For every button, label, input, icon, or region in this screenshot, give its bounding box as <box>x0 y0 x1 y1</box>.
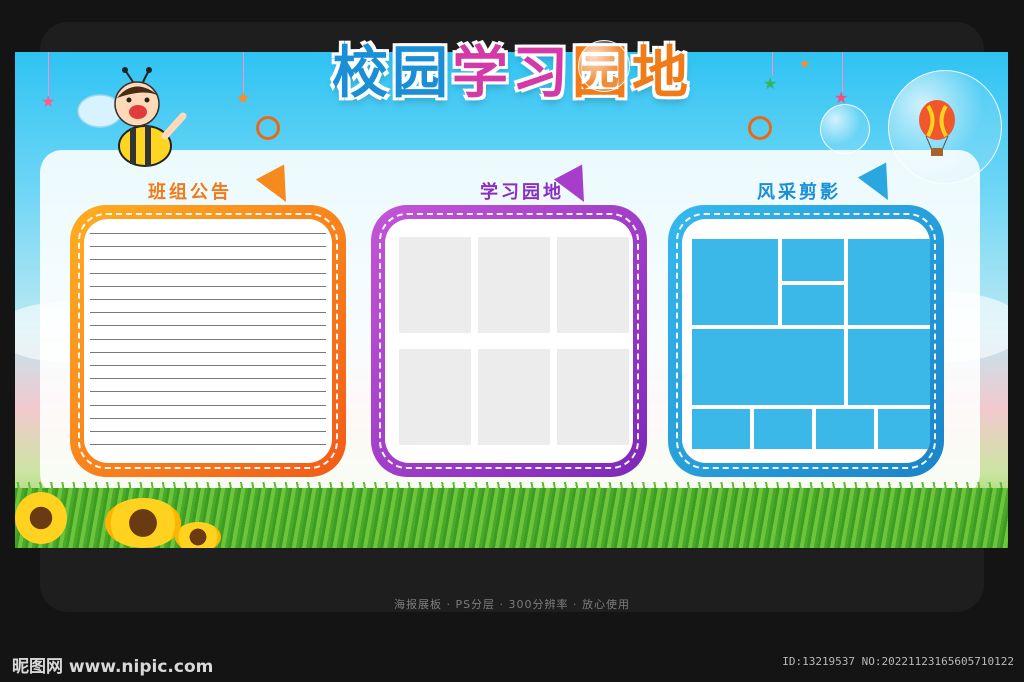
ruled-line <box>90 299 326 300</box>
photo-placeholder <box>848 239 930 325</box>
photo-placeholder <box>557 237 629 333</box>
sunflower-icon <box>175 522 221 548</box>
gallery-mosaic-area <box>682 219 930 463</box>
ruled-line <box>90 312 326 314</box>
ruled-line <box>90 272 326 274</box>
panel-1-title: 班组公告 <box>148 182 232 203</box>
ruled-line <box>90 233 326 234</box>
title-part-2: 学习 <box>452 41 572 106</box>
ruled-line <box>90 417 326 419</box>
photo-placeholder <box>754 409 812 449</box>
photo-placeholder <box>782 239 844 281</box>
site-logo[interactable]: 昵图网 www.nipic.com <box>12 652 213 677</box>
photo-placeholder <box>399 237 471 333</box>
panel-2-title: 学习园地 <box>480 182 564 203</box>
gallery-panel <box>668 205 944 477</box>
ruled-line <box>90 285 326 287</box>
notice-panel <box>70 205 346 477</box>
bubble-icon <box>820 104 870 154</box>
photo-placeholder <box>478 237 550 333</box>
panel-3-title: 风采剪影 <box>757 182 841 203</box>
ruled-line <box>90 259 326 261</box>
footer-caption: 海报展板 · PS分层 · 300分辨率 · 放心使用 <box>393 598 631 611</box>
photo-placeholder <box>399 349 471 445</box>
study-panel <box>371 205 647 477</box>
ruled-line <box>90 378 326 380</box>
sunflower-icon <box>105 498 181 548</box>
ruled-line <box>90 391 326 393</box>
photo-placeholder <box>692 409 750 449</box>
ruled-line <box>90 325 326 327</box>
photo-placeholder <box>557 349 629 445</box>
sunflower-icon <box>15 492 67 544</box>
photo-placeholder <box>692 239 778 325</box>
swirl-icon <box>256 116 280 140</box>
title-part-1: 校园 <box>332 41 452 106</box>
bubble-icon <box>578 40 630 92</box>
photo-placeholder <box>878 409 930 449</box>
ruled-line <box>90 444 326 446</box>
ruled-line <box>90 351 326 353</box>
photo-placeholder <box>816 409 874 449</box>
photo-placeholder <box>782 285 844 325</box>
image-id-text: ID:13219537 NO:20221123165605710122 <box>782 655 1014 668</box>
ruled-line <box>90 404 326 406</box>
ruled-line <box>90 431 326 432</box>
notice-lines-area <box>84 219 332 463</box>
photo-placeholder <box>692 329 844 405</box>
ruled-line <box>90 365 326 366</box>
ruled-line <box>90 338 326 340</box>
study-grid-area <box>385 219 633 463</box>
photo-placeholder <box>848 329 930 405</box>
swirl-icon <box>748 116 772 140</box>
poster-title: 校园学习园地 <box>0 28 1024 109</box>
ruled-line <box>90 246 326 248</box>
photo-placeholder <box>478 349 550 445</box>
hot-air-balloon-icon <box>919 100 955 156</box>
